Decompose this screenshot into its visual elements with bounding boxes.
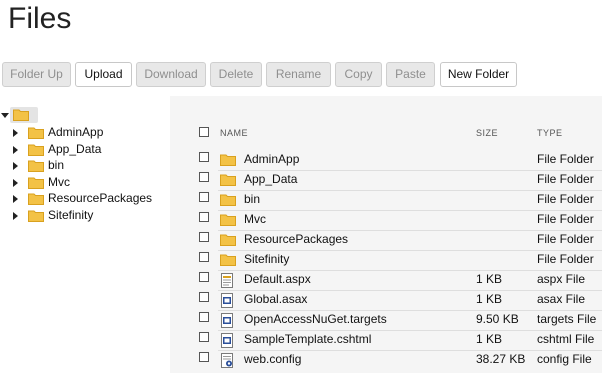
table-row[interactable]: Default.aspx 1 KB aspx File <box>192 271 602 291</box>
file-size: 1 KB <box>476 272 503 286</box>
file-name: web.config <box>244 352 302 366</box>
row-checkbox[interactable] <box>199 212 209 222</box>
caret-right-icon[interactable] <box>13 162 18 170</box>
file-name: ResourcePackages <box>244 232 349 246</box>
aspx-file-icon <box>221 273 233 288</box>
file-name: OpenAccessNuGet.targets <box>244 312 387 326</box>
tree-item-label: Sitefinity <box>48 208 94 222</box>
folder-up-button[interactable]: Folder Up <box>2 62 71 87</box>
folder-icon <box>13 109 29 121</box>
row-checkbox[interactable] <box>199 352 209 362</box>
rename-button[interactable]: Rename <box>266 62 331 87</box>
targets-file-icon <box>221 313 233 328</box>
caret-right-icon[interactable] <box>13 146 18 154</box>
file-name: bin <box>244 192 261 206</box>
folder-icon <box>220 214 236 226</box>
file-name: Global.asax <box>244 292 308 306</box>
column-header-type[interactable]: TYPE <box>537 128 563 138</box>
column-header-size[interactable]: SIZE <box>476 128 498 138</box>
asax-file-icon <box>221 293 233 308</box>
delete-button[interactable]: Delete <box>210 62 262 87</box>
file-type: targets File <box>537 312 597 326</box>
file-type: File Folder <box>537 232 594 246</box>
file-name: Sitefinity <box>244 252 290 266</box>
table-row[interactable]: Mvc File Folder <box>192 211 602 231</box>
folder-icon <box>220 234 236 246</box>
file-size: 38.27 KB <box>476 352 526 366</box>
table-row[interactable]: SampleTemplate.cshtml 1 KB cshtml File <box>192 331 602 351</box>
file-name: Default.aspx <box>244 272 311 286</box>
column-header-name[interactable]: NAME <box>220 128 248 138</box>
table-row[interactable]: web.config 38.27 KB config File <box>192 351 602 371</box>
folder-icon <box>28 177 44 189</box>
paste-button[interactable]: Paste <box>386 62 435 87</box>
table-row[interactable]: Global.asax 1 KB asax File <box>192 291 602 311</box>
file-size: 1 KB <box>476 332 503 346</box>
table-row[interactable]: Sitefinity File Folder <box>192 251 602 271</box>
folder-icon <box>28 193 44 205</box>
file-type: File Folder <box>537 212 594 226</box>
download-button[interactable]: Download <box>136 62 206 87</box>
file-type: File Folder <box>537 172 594 186</box>
file-size: 9.50 KB <box>476 312 519 326</box>
caret-right-icon[interactable] <box>13 129 18 137</box>
folder-tree: AdminApp App_Data bin Mvc ResourcePackag… <box>0 104 170 373</box>
file-name: AdminApp <box>244 152 300 166</box>
file-type: File Folder <box>537 252 594 266</box>
file-type: asax File <box>537 292 586 306</box>
tree-item-label: bin <box>48 158 65 172</box>
row-checkbox[interactable] <box>199 232 209 242</box>
row-checkbox[interactable] <box>199 252 209 262</box>
caret-right-icon[interactable] <box>13 195 18 203</box>
caret-down-icon[interactable] <box>1 113 9 118</box>
folder-icon <box>220 174 236 186</box>
select-all-checkbox[interactable] <box>199 127 209 137</box>
new-folder-button[interactable]: New Folder <box>440 62 517 87</box>
row-checkbox[interactable] <box>199 292 209 302</box>
caret-right-icon[interactable] <box>13 212 18 220</box>
table-row[interactable]: ResourcePackages File Folder <box>192 231 602 251</box>
row-checkbox[interactable] <box>199 172 209 182</box>
folder-icon <box>28 210 44 222</box>
table-row[interactable]: OpenAccessNuGet.targets 9.50 KB targets … <box>192 311 602 331</box>
row-checkbox[interactable] <box>199 332 209 342</box>
table-row[interactable]: bin File Folder <box>192 191 602 211</box>
folder-icon <box>28 144 44 156</box>
page-title: Files <box>8 2 72 35</box>
table-row[interactable]: App_Data File Folder <box>192 171 602 191</box>
folder-icon <box>220 154 236 166</box>
tree-item-label: Mvc <box>48 175 70 189</box>
upload-button[interactable]: Upload <box>75 62 132 87</box>
row-checkbox[interactable] <box>199 312 209 322</box>
config-file-icon <box>221 353 233 368</box>
file-name: SampleTemplate.cshtml <box>244 332 372 346</box>
table-row[interactable]: AdminApp File Folder <box>192 151 602 171</box>
tree-item-label: App_Data <box>48 142 102 156</box>
folder-icon <box>28 127 44 139</box>
file-type: File Folder <box>537 152 594 166</box>
tree-item-label: ResourcePackages <box>48 191 153 205</box>
tree-item-label: AdminApp <box>48 125 104 139</box>
row-checkbox[interactable] <box>199 152 209 162</box>
file-type: cshtml File <box>537 332 595 346</box>
file-type: aspx File <box>537 272 586 286</box>
cshtml-file-icon <box>221 333 233 348</box>
file-name: Mvc <box>244 212 266 226</box>
copy-button[interactable]: Copy <box>335 62 382 87</box>
folder-icon <box>220 194 236 206</box>
file-size: 1 KB <box>476 292 503 306</box>
file-name: App_Data <box>244 172 298 186</box>
row-checkbox[interactable] <box>199 272 209 282</box>
caret-right-icon[interactable] <box>13 179 18 187</box>
folder-icon <box>220 254 236 266</box>
folder-icon <box>28 160 44 172</box>
file-type: config File <box>537 352 592 366</box>
file-type: File Folder <box>537 192 594 206</box>
row-checkbox[interactable] <box>199 192 209 202</box>
